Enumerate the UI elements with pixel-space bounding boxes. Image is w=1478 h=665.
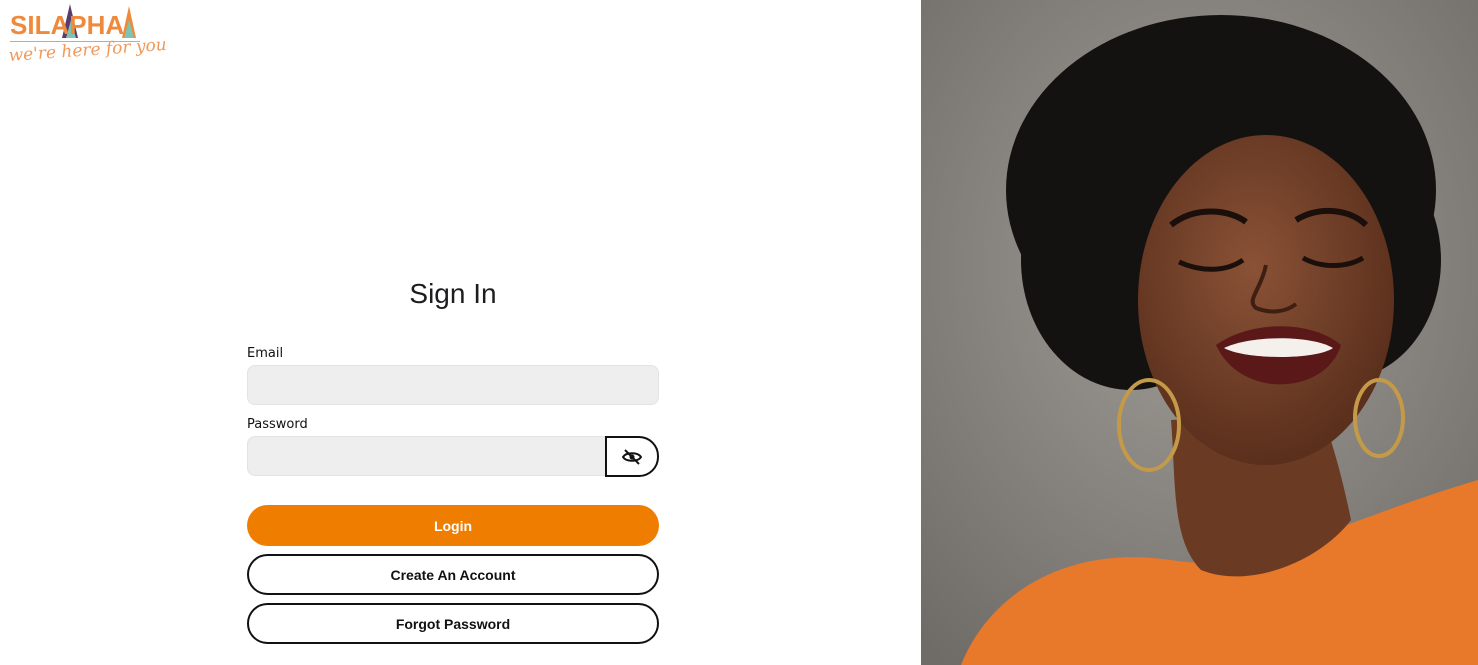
password-label: Password [247,417,308,432]
email-label: Email [247,346,284,361]
hero-photo [921,0,1478,665]
password-field[interactable] [247,436,607,476]
login-button[interactable]: Login [247,505,659,546]
password-visibility-toggle[interactable] [605,436,659,477]
page-title: Sign In [409,278,497,309]
silapha-logo[interactable]: SILAPHA we're here for you [8,2,167,74]
login-panel: SILAPHA we're here for you Sign In Email… [0,0,921,665]
create-account-button[interactable]: Create An Account [247,554,659,595]
eye-slash-icon [622,448,642,465]
logo-wordmark: SILAPHA [10,10,125,40]
email-field[interactable] [247,365,659,405]
forgot-password-button[interactable]: Forgot Password [247,603,659,644]
hero-photo-illustration [921,0,1478,665]
